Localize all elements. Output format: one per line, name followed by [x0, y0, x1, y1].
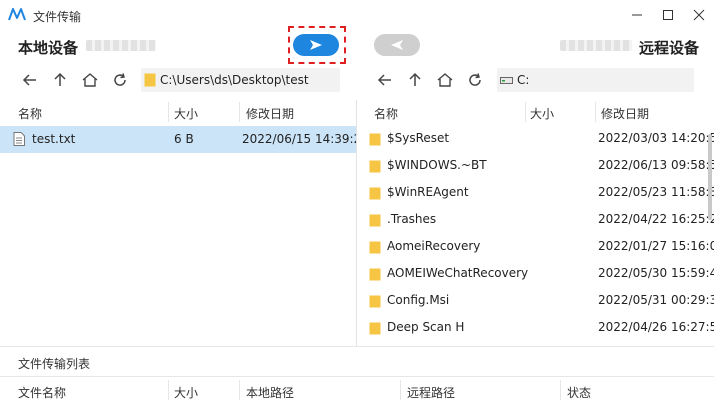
remote-path-field[interactable]: C: — [497, 68, 694, 92]
minimize-icon — [632, 14, 642, 16]
remote-folder-row[interactable]: .Trashes 2022/04/22 16:25:25 — [358, 206, 714, 233]
remote-col-size[interactable]: 大小 — [530, 105, 554, 122]
remote-folder-row[interactable]: AomeiRecovery 2022/01/27 15:16:08 — [358, 233, 714, 260]
remote-device-name-redacted — [560, 40, 632, 51]
transfer-header-line — [0, 376, 714, 377]
folder-date: 2022/05/30 15:59:46 — [598, 266, 714, 280]
remote-device-label: 远程设备 — [639, 39, 700, 57]
text-file-icon — [13, 132, 25, 146]
remote-folder-row[interactable]: Deep Scan H 2022/04/26 16:27:51 — [358, 314, 714, 341]
maximize-button[interactable] — [653, 4, 683, 26]
remote-col-name[interactable]: 名称 — [374, 105, 398, 122]
folder-name: $SysReset — [387, 131, 450, 145]
remote-folder-row[interactable]: $WINDOWS.~BT 2022/06/13 09:58:54 — [358, 152, 714, 179]
folder-name: Deep Scan H — [387, 320, 465, 334]
folder-icon — [369, 322, 381, 335]
app-logo-icon — [8, 8, 26, 21]
folder-icon — [369, 268, 381, 281]
pane-divider[interactable] — [356, 100, 357, 346]
folder-name: $WinREAgent — [387, 185, 469, 199]
remote-folder-row[interactable]: AOMEIWeChatRecovery 2022/05/30 15:59:46 — [358, 260, 714, 287]
local-path-text: C:\Users\ds\Desktop\test — [160, 73, 309, 87]
local-up-button[interactable] — [50, 70, 70, 90]
local-col-name[interactable]: 名称 — [18, 105, 42, 122]
remote-refresh-button[interactable] — [465, 70, 485, 90]
home-icon — [82, 73, 98, 87]
remote-navigation-bar: C: — [358, 66, 714, 94]
file-date: 2022/06/15 14:39:21 — [242, 132, 356, 146]
transfer-col-status[interactable]: 状态 — [567, 384, 591, 400]
refresh-icon — [114, 73, 126, 86]
folder-name: $WINDOWS.~BT — [387, 158, 487, 172]
window-title: 文件传输 — [33, 10, 82, 24]
local-col-size[interactable]: 大小 — [174, 105, 198, 122]
folder-name: Config.Msi — [387, 293, 450, 307]
remote-column-header: 名称 大小 修改日期 — [358, 100, 714, 124]
transfer-col-local-path[interactable]: 本地路径 — [246, 384, 294, 400]
remote-path-text: C: — [517, 73, 530, 87]
up-arrow-icon — [54, 72, 66, 86]
minimize-button[interactable] — [622, 4, 652, 26]
transfer-col-name[interactable]: 文件名称 — [18, 384, 66, 400]
file-size: 6 B — [174, 132, 194, 146]
local-col-date[interactable]: 修改日期 — [246, 105, 294, 122]
transfer-col-size[interactable]: 大小 — [174, 384, 198, 400]
remote-home-button[interactable] — [435, 70, 455, 90]
transfer-list-title: 文件传输列表 — [18, 357, 91, 371]
folder-icon — [369, 241, 381, 254]
local-file-row[interactable]: test.txt 6 B 2022/06/15 14:39:21 — [0, 126, 356, 153]
folder-date: 2022/04/22 16:25:25 — [598, 212, 714, 226]
maximize-icon — [663, 10, 673, 20]
local-refresh-button[interactable] — [110, 70, 130, 90]
transfer-col-remote-path[interactable]: 远程路径 — [407, 384, 455, 400]
title-bar: 文件传输 — [0, 0, 714, 30]
remote-col-date[interactable]: 修改日期 — [601, 105, 649, 122]
folder-icon — [369, 133, 381, 146]
remote-back-button[interactable] — [375, 70, 395, 90]
remote-folder-row[interactable]: Config.Msi 2022/05/31 00:29:38 — [358, 287, 714, 314]
home-icon — [437, 73, 453, 87]
remote-file-list: 名称 大小 修改日期 $SysReset 2022/03/03 14:20:50 $… — [358, 100, 714, 346]
local-file-list: 名称 大小 修改日期 test.txt 6 B 2022/06/15 14:39… — [0, 100, 356, 346]
folder-name: AomeiRecovery — [387, 239, 481, 253]
folder-date: 2022/03/03 14:20:50 — [598, 131, 714, 145]
remote-list-scrollbar[interactable] — [708, 134, 712, 220]
folder-date: 2022/01/27 15:16:08 — [598, 239, 714, 253]
transfer-separator — [0, 346, 714, 347]
refresh-icon — [469, 73, 481, 86]
local-path-field[interactable]: C:\Users\ds\Desktop\test — [141, 68, 340, 92]
local-device-label: 本地设备 — [18, 39, 79, 57]
send-arrow-icon — [310, 40, 322, 50]
back-arrow-icon — [377, 74, 391, 86]
remote-folder-row[interactable]: $SysReset 2022/03/03 14:20:50 — [358, 125, 714, 152]
folder-icon — [144, 73, 156, 87]
local-home-button[interactable] — [80, 70, 100, 90]
drive-icon — [500, 77, 513, 84]
remote-up-button[interactable] — [405, 70, 425, 90]
folder-name: AOMEIWeChatRecovery — [387, 266, 529, 280]
close-button[interactable] — [684, 4, 714, 26]
folder-icon — [369, 214, 381, 227]
folder-date: 2022/04/26 16:27:51 — [598, 320, 714, 334]
folder-icon — [369, 160, 381, 173]
receive-from-remote-button[interactable] — [374, 34, 420, 56]
device-header: 本地设备 远程设备 — [0, 30, 714, 64]
folder-date: 2022/05/23 11:58:30 — [598, 185, 714, 199]
back-arrow-icon — [22, 74, 36, 86]
folder-date: 2022/06/13 09:58:54 — [598, 158, 714, 172]
close-icon — [693, 9, 705, 21]
file-name: test.txt — [32, 132, 76, 146]
folder-date: 2022/05/31 00:29:38 — [598, 293, 714, 307]
local-navigation-bar: C:\Users\ds\Desktop\test — [0, 66, 356, 94]
remote-folder-row[interactable]: $WinREAgent 2022/05/23 11:58:30 — [358, 179, 714, 206]
local-device-name-redacted — [86, 40, 156, 51]
folder-icon — [369, 187, 381, 200]
local-column-header: 名称 大小 修改日期 — [0, 100, 356, 124]
folder-name: .Trashes — [387, 212, 437, 226]
folder-icon — [369, 295, 381, 308]
send-to-remote-button[interactable] — [293, 34, 339, 56]
receive-arrow-icon — [391, 40, 403, 50]
up-arrow-icon — [409, 72, 421, 86]
local-back-button[interactable] — [20, 70, 40, 90]
